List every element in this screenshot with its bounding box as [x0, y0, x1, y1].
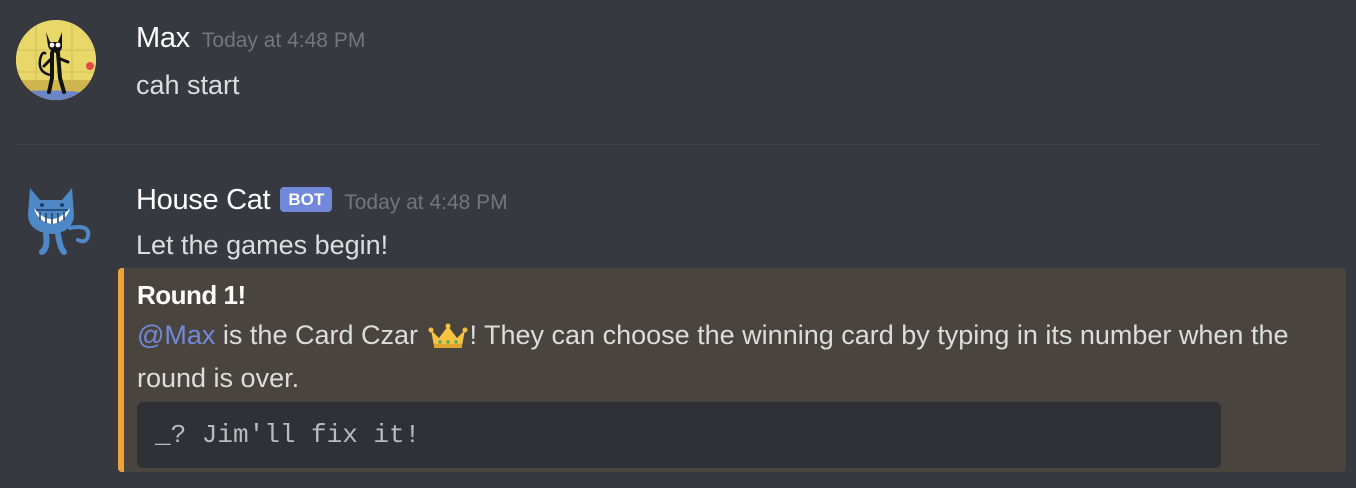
message-content: Let the games begin! [136, 230, 389, 260]
embed-desc-text: is the Card Czar [215, 320, 426, 350]
code-text: _? Jim'll fix it! [155, 420, 421, 450]
bot-badge: BOT [280, 187, 333, 212]
cat-cartoon-avatar-icon[interactable] [16, 20, 96, 100]
username[interactable]: Max [136, 22, 190, 55]
message-divider [16, 144, 1320, 145]
message-content: cah start [136, 70, 240, 100]
timestamp: Today at 4:48 PM [201, 29, 366, 52]
username[interactable]: House Cat [136, 184, 271, 217]
chat-messages: Max Today at 4:48 PM cah start House Cat… [0, 0, 1356, 488]
message-header: Max Today at 4:48 PM [136, 22, 365, 55]
timestamp: Today at 4:48 PM [344, 191, 508, 214]
user-mention[interactable]: @Max [137, 320, 215, 350]
embed-card: Round 1! @Max is the Card Czar ! They ca… [118, 268, 1346, 472]
embed-title: Round 1! [137, 280, 246, 310]
grinning-cat-avatar-icon[interactable] [16, 178, 96, 258]
crown-emoji-icon [428, 320, 468, 348]
message-header: House Cat BOT Today at 4:48 PM [136, 184, 508, 217]
code-block: _? Jim'll fix it! [137, 402, 1221, 468]
embed-description: @Max is the Card Czar ! They can choose … [137, 314, 1337, 400]
